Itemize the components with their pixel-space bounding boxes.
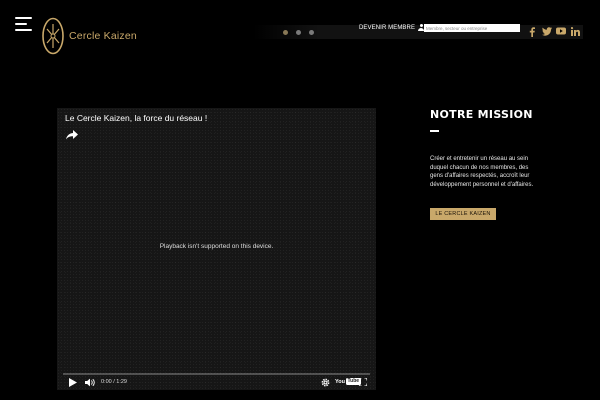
volume-icon[interactable] [85,378,95,387]
slider-dot-3[interactable] [309,30,314,35]
linkedin-link[interactable] [571,27,580,36]
playback-message: Playback isn't supported on this device. [159,243,274,250]
youtube-logo-you: You [335,378,345,385]
mission-text: Créer et entretenir un réseau au sein du… [430,156,534,188]
fullscreen-icon[interactable] [359,378,367,386]
video-title[interactable]: Le Cercle Kaizen, la force du réseau ! [65,113,207,123]
logo[interactable]: Cercle Kaizen [42,17,137,55]
video-time: 0:00 / 1:29 [101,379,127,385]
search-input[interactable] [424,24,520,32]
mission-title: NOTRE MISSION [430,108,533,121]
become-member-label: DEVENIR MEMBRE [359,24,416,31]
facebook-link[interactable] [529,27,535,37]
linkedin-icon [571,27,580,36]
kaizen-emblem-icon [42,17,64,55]
facebook-icon [529,27,535,37]
twitter-icon [542,27,552,36]
logo-text: Cercle Kaizen [69,30,137,42]
video-progress-bar[interactable] [63,373,370,375]
video-player[interactable]: Le Cercle Kaizen, la force du réseau ! P… [57,108,376,390]
slider-dot-1[interactable] [283,30,288,35]
youtube-logo[interactable]: You Tube [335,378,361,385]
mission-divider [430,130,439,132]
cercle-kaizen-button[interactable]: LE CERCLE KAIZEN [430,208,496,220]
hamburger-line [15,29,32,31]
hamburger-menu-icon[interactable] [15,17,32,31]
youtube-link[interactable] [556,27,566,35]
share-icon[interactable] [66,130,78,140]
slider-dots [283,30,314,35]
hamburger-line [15,23,27,25]
youtube-icon [556,27,566,35]
twitter-link[interactable] [542,27,552,36]
slider-dot-2[interactable] [296,30,301,35]
become-member-link[interactable]: DEVENIR MEMBRE [359,24,425,31]
settings-gear-icon[interactable] [321,378,330,387]
play-icon[interactable] [69,378,77,387]
video-controls: 0:00 / 1:29 You Tube [57,376,376,390]
hamburger-line [15,17,32,19]
